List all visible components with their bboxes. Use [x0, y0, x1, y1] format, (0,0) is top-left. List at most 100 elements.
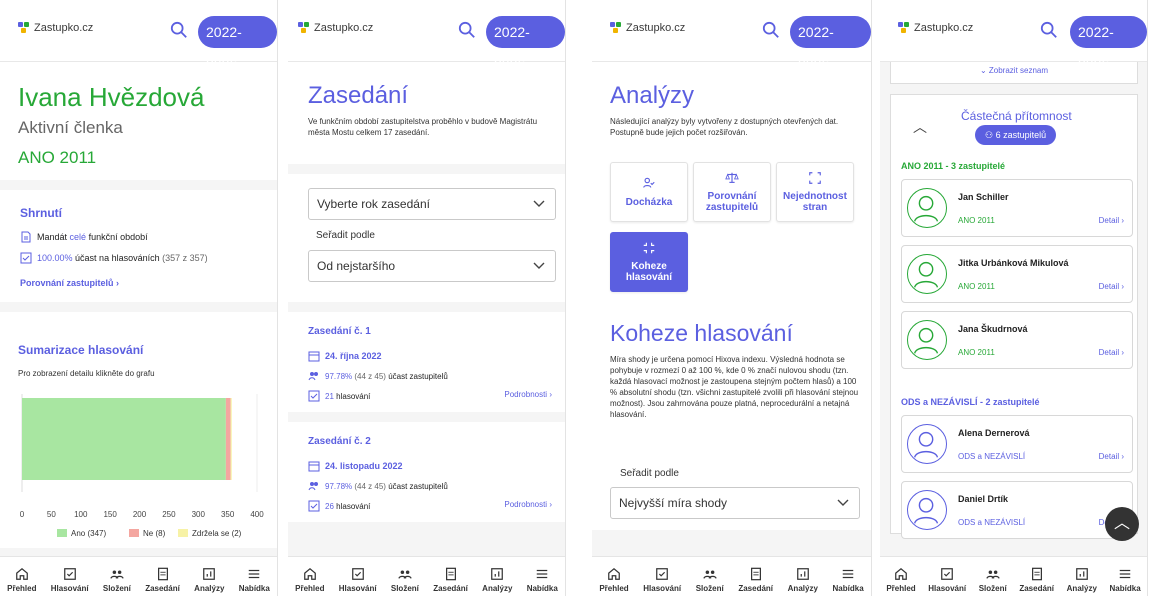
nav-item-hlasování[interactable]: Hlasování — [928, 567, 966, 593]
home-icon — [895, 567, 907, 580]
attendance-row: 100.00% účast na hlasováních (357 z 357) — [20, 252, 208, 264]
page-intro: Následující analýzy byly vytvořeny z dos… — [610, 117, 839, 137]
member-detail-link[interactable]: Detail › — [1099, 282, 1124, 291]
meeting-attendance-label: účast zastupitelů — [388, 371, 448, 381]
search-icon[interactable] — [170, 21, 188, 39]
logo[interactable]: Zastupko.cz — [610, 22, 685, 34]
search-icon[interactable] — [458, 21, 476, 39]
logo[interactable]: Zastupko.cz — [898, 22, 973, 34]
search-icon[interactable] — [762, 21, 780, 39]
analysis-tile-1[interactable]: Docházka — [610, 162, 688, 222]
nav-label: Zasedání — [738, 584, 774, 593]
legend-label[interactable]: Zdržela se (2) — [192, 529, 242, 538]
meeting-title[interactable]: Zasedání č. 1 — [308, 326, 371, 337]
nav-item-hlasování[interactable]: Hlasování — [51, 567, 89, 593]
chevron-up-icon[interactable]: ︿ — [913, 117, 927, 137]
people-icon — [110, 570, 124, 579]
nav-item-hlasování[interactable]: Hlasování — [643, 567, 681, 593]
meeting-details-link[interactable]: Podrobnosti › — [504, 390, 552, 399]
nav-item-zasedání[interactable]: Zasedání — [1019, 567, 1054, 593]
search-icon[interactable] — [1040, 21, 1058, 39]
member-detail-label: Detail — [1098, 216, 1120, 225]
sort-select[interactable]: Od nejstaršího — [308, 250, 556, 282]
party-group-heading: ANO 2011 - 3 zastupitelé — [901, 161, 1006, 171]
meeting-card[interactable]: Zasedání č. 2 24. listopadu 2022 97.78% (4… — [288, 422, 565, 522]
member-name: Daniel Drtík — [958, 494, 1009, 504]
people-icon — [308, 372, 318, 381]
nav-label: Nabídka — [526, 584, 558, 593]
nav-item-zasedání[interactable]: Zasedání — [738, 567, 773, 593]
nav-item-hlasování[interactable]: Hlasování — [339, 567, 377, 593]
chevron-right-icon: › — [116, 278, 120, 288]
nav-item-zasedání[interactable]: Zasedání — [145, 567, 180, 593]
member-detail-label: Detail — [1098, 282, 1120, 291]
bar-segment-2[interactable] — [225, 398, 231, 480]
scroll-top-button[interactable]: ︿ — [1105, 507, 1139, 541]
nav-item-přehled[interactable]: Přehled — [295, 567, 324, 593]
logo[interactable]: Zastupko.cz — [298, 22, 373, 34]
nav-item-složení[interactable]: Složení — [979, 567, 1007, 593]
member-detail-link[interactable]: Detail › — [1099, 348, 1124, 357]
meeting-card[interactable]: Zasedání č. 1 24. října 2022 97.78% (44 z … — [288, 312, 565, 412]
nav-item-složení[interactable]: Složení — [391, 567, 419, 593]
show-list-bar[interactable]: ⌄ Zobrazit seznam — [890, 62, 1138, 84]
meeting-attendance-count: (44 z 45) — [354, 371, 386, 381]
legend-label[interactable]: Ano (347) — [71, 529, 106, 538]
analysis-tile-3[interactable]: Nejednotnost stran — [776, 162, 854, 222]
nav-item-nabídka[interactable]: Nabídka — [1110, 567, 1141, 593]
member-detail-link[interactable]: Detail › — [1099, 452, 1124, 461]
logo[interactable]: Zastupko.cz — [18, 22, 93, 34]
show-list-link[interactable]: ⌄ Zobrazit seznam — [891, 66, 1137, 75]
avatar — [907, 320, 947, 360]
nav-item-analýzy[interactable]: Analýzy — [482, 567, 512, 593]
nav-item-přehled[interactable]: Přehled — [886, 567, 916, 593]
nav-item-analýzy[interactable]: Analýzy — [1067, 567, 1097, 593]
legend-label[interactable]: Ne (8) — [143, 529, 166, 538]
member-card[interactable]: Jan Schiller ANO 2011 Detail › — [901, 179, 1133, 237]
term-button[interactable]: 2022-2026 — [198, 16, 277, 72]
nav-item-složení[interactable]: Složení — [103, 567, 131, 593]
nav-item-přehled[interactable]: Přehled — [599, 567, 629, 593]
year-select[interactable]: Vyberte rok zasedání — [308, 188, 556, 220]
member-detail-link[interactable]: Detail › — [1099, 216, 1124, 225]
bar-segment-3[interactable] — [230, 398, 232, 480]
nav-item-nabídka[interactable]: Nabídka — [527, 567, 558, 593]
term-button[interactable]: 2022-2026 — [790, 16, 871, 72]
member-card[interactable]: Daniel DrtíkODS a NEZÁVISLÍDetail › — [901, 481, 1133, 539]
bar-segment-1[interactable] — [22, 398, 226, 480]
member-card[interactable]: Jitka Urbánková Mikulová ANO 2011 Detail › — [901, 245, 1133, 303]
term-button[interactable]: 2022-2026 — [1070, 16, 1147, 72]
analyses-screen: Zastupko.cz 2022-2026 Analýzy Následujíc… — [592, 0, 872, 596]
mandate-link[interactable]: celé — [70, 232, 87, 242]
term-button[interactable]: 2022-2026 — [486, 16, 565, 72]
document-icon — [21, 231, 31, 243]
member-party: ODS a NEZÁVISLÍ — [958, 518, 1026, 527]
x-tick-label: 50 — [47, 510, 56, 519]
nav-item-přehled[interactable]: Přehled — [7, 567, 36, 593]
sort-select[interactable]: Nejvyšší míra shody — [610, 487, 860, 519]
member-party: ANO 2011 — [958, 216, 995, 225]
nav-label: Nabídka — [1109, 584, 1141, 593]
compare-link[interactable]: Porovnání zastupitelů › — [20, 278, 119, 288]
calendar-icon — [308, 461, 320, 472]
nav-item-nabídka[interactable]: Nabídka — [239, 567, 270, 593]
member-card[interactable]: Alena Dernerová ODS a NEZÁVISLÍ Detail › — [901, 415, 1133, 473]
home-icon — [15, 567, 28, 580]
analysis-tile-label: Docházka — [625, 196, 673, 208]
nav-item-analýzy[interactable]: Analýzy — [788, 567, 818, 593]
nav-item-nabídka[interactable]: Nabídka — [833, 567, 864, 593]
person-check-icon — [643, 177, 655, 188]
member-card[interactable]: Jana Škudrnová ANO 2011 Detail › — [901, 311, 1133, 369]
meeting-title[interactable]: Zasedání č. 2 — [308, 436, 371, 447]
nav-item-analýzy[interactable]: Analýzy — [194, 567, 224, 593]
analysis-tile-4[interactable]: Koheze hlasování — [610, 232, 688, 292]
meeting-details-link[interactable]: Podrobnosti › — [504, 500, 552, 509]
nav-item-složení[interactable]: Složení — [696, 567, 724, 593]
page-title: Zasedání — [308, 82, 409, 109]
checkbox-icon — [308, 390, 320, 402]
menu-icon — [1119, 569, 1131, 579]
voting-chart[interactable]: 0 50 100 150 200 250 300 350 400 Ano (347) Ne (8) Z… — [0, 390, 277, 540]
analysis-tile-2[interactable]: Porovnání zastupitelů — [693, 162, 771, 222]
calendar-icon — [308, 351, 320, 362]
nav-item-zasedání[interactable]: Zasedání — [433, 567, 468, 593]
